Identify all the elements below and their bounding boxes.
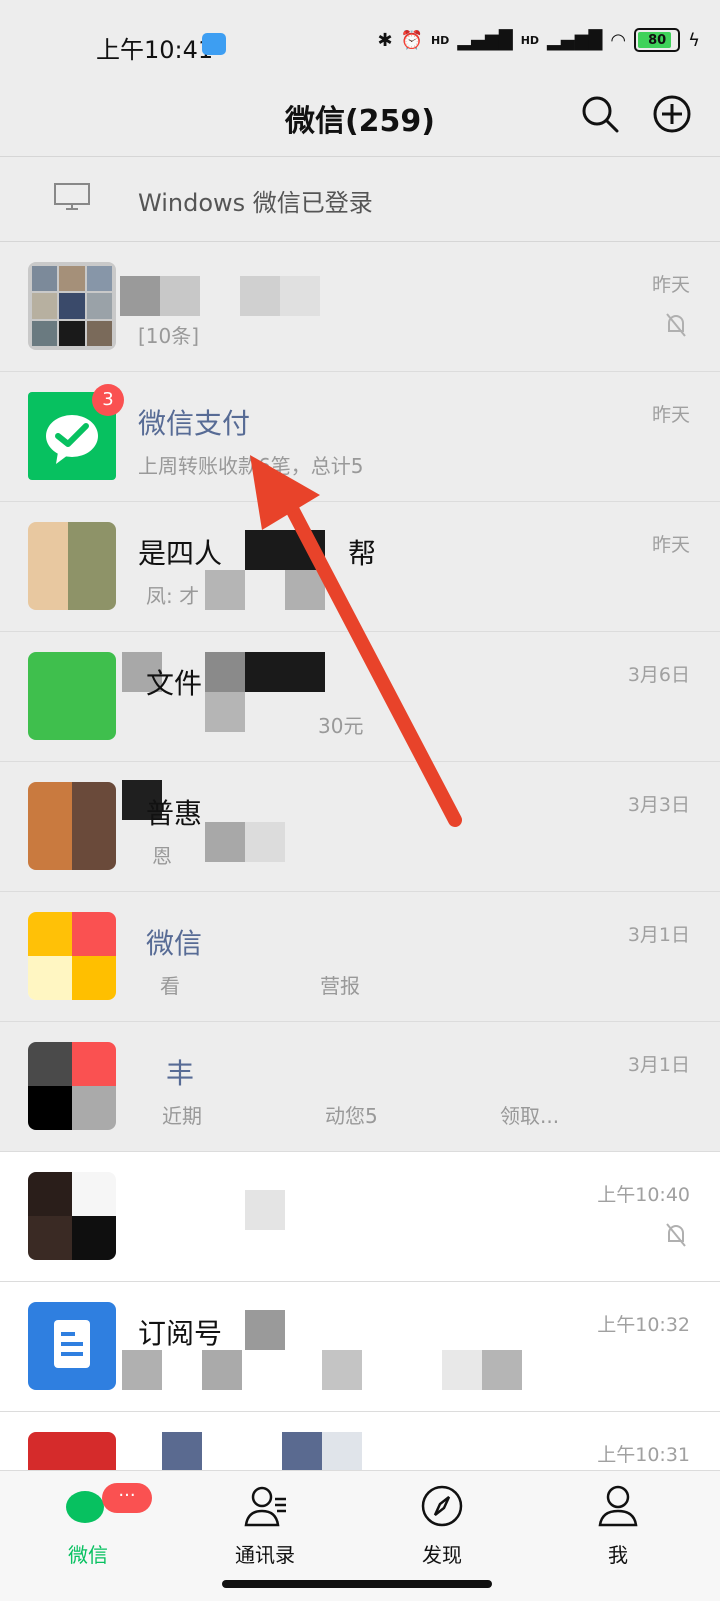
status-time: 上午10:41	[96, 36, 214, 64]
chat-preview: 恩	[152, 844, 172, 868]
chat-preview-part: 动您5	[325, 1104, 378, 1128]
charging-icon: ϟ	[688, 29, 700, 51]
cloud-icon	[202, 33, 226, 55]
chat-row-wechat-pay[interactable]: 3 微信支付 上周转账收款6笔，总计5 昨天	[0, 372, 720, 502]
tab-chats[interactable]: ··· 微信	[18, 1483, 158, 1568]
status-icons: ✱ ⏰ HD ▂▄▆█ HD ▂▄▆█ ◠ 80 ϟ	[377, 28, 700, 52]
signal-1-label: HD	[430, 33, 450, 47]
chat-time: 上午10:40	[597, 1184, 690, 1206]
chat-avatar	[28, 1172, 116, 1260]
tab-contacts[interactable]: 通讯录	[195, 1483, 335, 1568]
chat-avatar	[28, 652, 116, 740]
desktop-icon	[54, 183, 90, 210]
document-icon	[54, 1320, 90, 1368]
battery-icon: 80	[634, 28, 681, 52]
blurred-block	[245, 530, 325, 570]
chat-row[interactable]: 微信 看 营报 3月1日	[0, 892, 720, 1022]
chat-name: 文件	[146, 667, 203, 700]
chat-time: 3月3日	[627, 794, 690, 816]
blurred-block	[162, 1432, 362, 1472]
chat-avatar	[28, 522, 116, 610]
chat-preview: 上周转账收款6笔，总计5	[138, 454, 364, 478]
chat-name: 微信支付	[138, 407, 251, 440]
chat-name: 丰	[166, 1057, 195, 1090]
blurred-block	[205, 822, 285, 862]
chat-preview: 凤: 才	[146, 584, 200, 608]
chat-preview: 30元	[318, 714, 364, 738]
chat-row-subscriptions[interactable]: 订阅号 上午10:32	[0, 1282, 720, 1412]
chat-row[interactable]: 是四人 帮 凤: 才 昨天	[0, 502, 720, 632]
more-badge: ···	[102, 1483, 152, 1513]
chat-preview: [10条]	[138, 324, 200, 348]
alarm-icon: ⏰	[400, 29, 423, 51]
tab-label: 发现	[422, 1543, 462, 1567]
chat-name: 是四人	[138, 537, 223, 570]
blurred-block	[245, 1190, 285, 1230]
chat-preview-part: 营报	[320, 974, 360, 998]
chat-avatar	[28, 912, 116, 1000]
chat-row[interactable]: 上午10:40	[0, 1152, 720, 1282]
chat-row[interactable]: 普惠 恩 3月3日	[0, 762, 720, 892]
blurred-block	[245, 1310, 285, 1350]
chat-name-suffix: 帮	[348, 537, 377, 570]
signal-2-icon: ▂▄▆█	[547, 29, 603, 51]
tab-discover[interactable]: 发现	[372, 1483, 512, 1568]
tab-me[interactable]: 我	[548, 1483, 688, 1568]
wifi-icon: ◠	[610, 29, 627, 51]
home-indicator[interactable]	[222, 1580, 492, 1588]
tab-label: 通讯录	[235, 1543, 295, 1567]
blurred-block	[122, 1350, 522, 1390]
add-icon[interactable]	[652, 94, 692, 134]
chat-time: 3月1日	[627, 1054, 690, 1076]
status-bar: 上午10:41 ✱ ⏰ HD ▂▄▆█ HD ▂▄▆█ ◠ 80 ϟ	[0, 0, 720, 86]
chat-time: 3月6日	[627, 664, 690, 686]
chat-time: 昨天	[651, 534, 690, 556]
windows-login-text: Windows 微信已登录	[138, 189, 373, 217]
chat-name: 订阅号	[138, 1317, 223, 1350]
contacts-icon	[244, 1486, 286, 1527]
blurred-block	[285, 570, 325, 610]
chat-time: 昨天	[651, 274, 690, 296]
mute-bell-icon	[666, 1223, 686, 1247]
blurred-name	[120, 276, 320, 316]
chat-row[interactable]: 文件 30元 3月6日	[0, 632, 720, 762]
chat-time: 3月1日	[627, 924, 690, 946]
header: 微信(259)	[0, 86, 720, 156]
group-avatar	[28, 262, 116, 350]
tab-label: 微信	[68, 1543, 108, 1567]
signal-2-label: HD	[520, 33, 540, 47]
blurred-block	[205, 570, 245, 610]
chat-preview: 看	[160, 974, 180, 998]
chat-time: 上午10:32	[597, 1314, 690, 1336]
tab-label: 我	[608, 1543, 628, 1567]
chat-time: 上午10:31	[597, 1444, 690, 1466]
chat-name: 普惠	[146, 797, 203, 830]
battery-level: 80	[648, 32, 667, 48]
chat-avatar	[28, 1042, 116, 1130]
chat-row[interactable]: 丰 近期 动您5 领取... 3月1日	[0, 1022, 720, 1152]
chat-list: [10条] 昨天 3 微信支付 上周转账收款6笔，总计5 昨天 是四人 帮 凤:…	[0, 242, 720, 1542]
chat-time: 昨天	[651, 404, 690, 426]
chat-preview-part: 领取...	[500, 1104, 560, 1128]
signal-1-icon: ▂▄▆█	[457, 29, 513, 51]
chat-preview: 近期	[162, 1104, 202, 1128]
search-icon[interactable]	[580, 94, 620, 134]
chat-avatar	[28, 782, 116, 870]
chat-row[interactable]: [10条] 昨天	[0, 242, 720, 372]
person-icon	[598, 1485, 638, 1527]
blurred-block	[205, 692, 245, 732]
mute-bell-icon	[666, 313, 686, 337]
blurred-block	[205, 652, 325, 692]
chat-name: 微信	[146, 927, 203, 960]
bluetooth-icon: ✱	[377, 29, 393, 51]
windows-login-banner[interactable]: Windows 微信已登录	[0, 157, 720, 241]
compass-icon	[421, 1485, 463, 1527]
subscriptions-avatar	[28, 1302, 116, 1390]
unread-badge: 3	[92, 384, 124, 416]
